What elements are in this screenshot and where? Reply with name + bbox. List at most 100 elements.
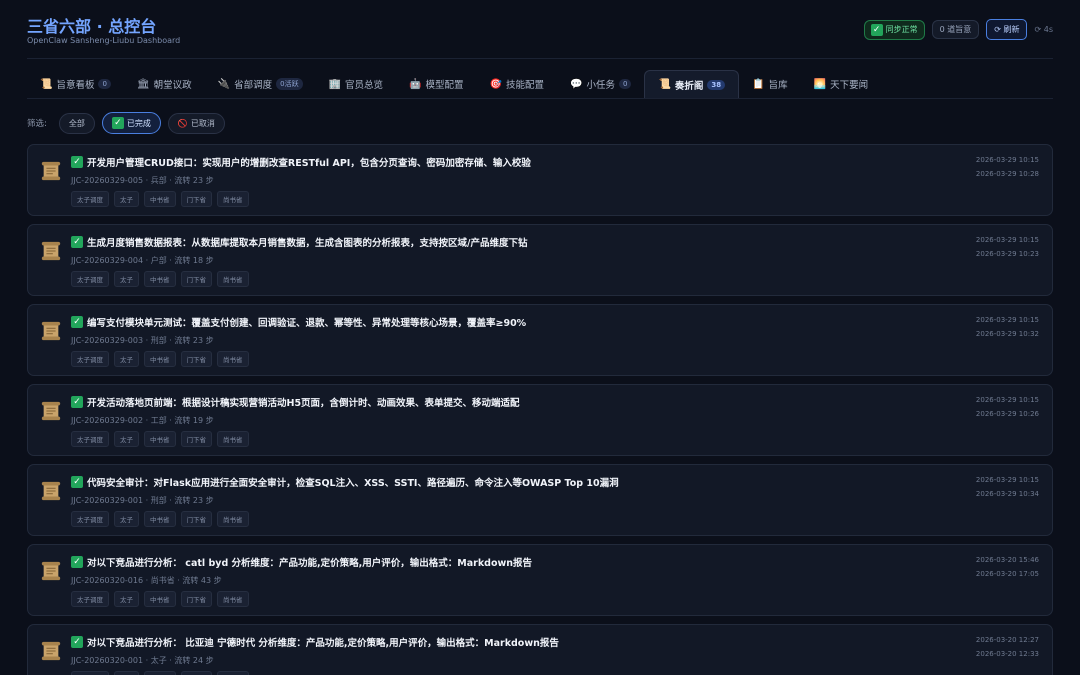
memorial-card[interactable]: ✓ 开发活动落地页前端：根据设计稿实现营销活动H5页面，含倒计时、动画效果、表单提… [27, 384, 1053, 456]
flow-tag: 尚书省 [217, 351, 249, 367]
flow-tag: 尚书省 [217, 591, 249, 607]
sunrise-icon: 🌅 [813, 78, 827, 90]
flow-tag: 中书省 [144, 511, 176, 527]
card-meta: JJC-20260320-001 · 太子 · 流转 24 步 [71, 656, 214, 665]
court-icon: 🏛 [136, 78, 150, 90]
tab-label: 天下要闻 [830, 80, 869, 91]
card-start-time: 2026-03-20 12:27 [975, 636, 1039, 644]
flow-tag: 门下省 [180, 671, 212, 675]
card-title: ✓ 编写支付模块单元测试：覆盖支付创建、回调验证、退款、幂等性、异常处理等核心场景… [71, 315, 526, 329]
check-icon: ✓ [71, 156, 83, 168]
flow-tag: 门下省 [180, 351, 212, 367]
flow-tag: 中书省 [144, 591, 176, 607]
clipboard-icon: 📋 [752, 78, 765, 90]
tab-label: 小任务 [586, 80, 615, 91]
card-title-text: 编写支付模块单元测试：覆盖支付创建、回调验证、退款、幂等性、异常处理等核心场景，… [87, 318, 527, 329]
scroll-icon [40, 560, 62, 582]
card-end-time: 2026-03-29 10:32 [975, 330, 1039, 338]
scroll-icon [40, 640, 62, 662]
card-start-time: 2026-03-29 10:15 [975, 156, 1039, 164]
tab-1[interactable]: 🏛 朝堂议政 [124, 70, 205, 98]
target-icon: 🎯 [489, 78, 502, 90]
tab-9[interactable]: 🌅 天下要闻 [801, 70, 881, 98]
tab-label: 模型配置 [425, 80, 464, 91]
card-start-time: 2026-03-29 10:15 [975, 316, 1039, 324]
check-icon: ✓ [870, 23, 883, 36]
robot-icon: 🤖 [409, 78, 422, 90]
card-tags: 太子调度太子中书省门下省尚书省 [71, 671, 249, 675]
memorial-card[interactable]: ✓ 对以下竞品进行分析： catl byd 分析维度：产品功能,定价策略,用户评价… [27, 544, 1053, 616]
card-title-text: 代码安全审计：对Flask应用进行全面安全审计，检查SQL注入、XSS、SSTI… [87, 478, 619, 489]
flow-tag: 太子调度 [71, 351, 109, 367]
card-tags: 太子调度太子中书省门下省尚书省 [71, 591, 249, 607]
card-meta: JJC-20260329-002 · 工部 · 流转 19 步 [71, 416, 214, 425]
filter-chip-completed[interactable]: ✓ 已完成 [101, 112, 161, 134]
check-icon: ✓ [71, 396, 83, 408]
main-tabs: 📜 旨意看板 0 🏛 朝堂议政 🔌 省部调度 0活跃 🏢 官员总览 🤖 模型配置 🎯 技能配置 💬 小任务 0 📜… [27, 70, 1053, 98]
tab-8[interactable]: 📋 旨库 [739, 70, 800, 98]
flow-tag: 门下省 [180, 191, 212, 207]
tab-label: 奏折阁 [674, 80, 704, 92]
tab-7[interactable]: 📜 奏折阁 38 [644, 70, 740, 98]
flow-tag: 门下省 [180, 591, 212, 607]
card-start-time: 2026-03-29 10:15 [975, 476, 1039, 484]
tab-5[interactable]: 🎯 技能配置 [477, 70, 557, 98]
tab-3[interactable]: 🏢 官员总览 [316, 70, 396, 98]
flow-tag: 中书省 [144, 351, 176, 367]
flow-tag: 太子调度 [71, 511, 109, 527]
card-meta: JJC-20260329-004 · 户部 · 流转 18 步 [71, 256, 214, 265]
check-icon: ✓ [71, 316, 83, 328]
chat-icon: 💬 [570, 78, 583, 90]
memorial-card[interactable]: ✓ 编写支付模块单元测试：覆盖支付创建、回调验证、退款、幂等性、异常处理等核心场景… [27, 304, 1053, 376]
card-meta: JJC-20260329-001 · 刑部 · 流转 23 步 [71, 496, 214, 505]
tab-2[interactable]: 🔌 省部调度 0活跃 [205, 70, 316, 98]
card-start-time: 2026-03-20 15:46 [975, 556, 1039, 564]
card-title-text: 对以下竞品进行分析： catl byd 分析维度：产品功能,定价策略,用户评价，… [87, 558, 533, 569]
flow-tag: 太子调度 [71, 431, 109, 447]
sync-status-label: 同步正常 [885, 25, 918, 34]
flow-tag: 尚书省 [217, 271, 249, 287]
flow-tag: 太子调度 [71, 271, 109, 287]
memorial-card[interactable]: ✓ 代码安全审计：对Flask应用进行全面安全审计，检查SQL注入、XSS、SST… [27, 464, 1053, 536]
tab-4[interactable]: 🤖 模型配置 [396, 70, 476, 98]
card-title: ✓ 对以下竞品进行分析： 比亚迪 宁德时代 分析维度：产品功能,定价策略,用户评价… [71, 635, 559, 649]
tab-6[interactable]: 💬 小任务 0 [557, 70, 644, 98]
check-icon: ✓ [71, 236, 83, 248]
flow-tag: 尚书省 [217, 431, 249, 447]
memorial-card[interactable]: ✓ 生成月度销售数据报表：从数据库提取本月销售数据，生成含图表的分析报表，支持按区… [27, 224, 1053, 296]
card-tags: 太子调度太子中书省门下省尚书省 [71, 431, 249, 447]
flow-tag: 太子调度 [71, 591, 109, 607]
memorial-card[interactable]: ✓ 对以下竞品进行分析： 比亚迪 宁德时代 分析维度：产品功能,定价策略,用户评价… [27, 624, 1053, 675]
filter-chip-cancelled[interactable]: 🚫 已取消 [167, 112, 225, 134]
card-end-time: 2026-03-20 17:05 [975, 570, 1039, 578]
flow-tag: 尚书省 [217, 511, 249, 527]
card-title-text: 生成月度销售数据报表：从数据库提取本月销售数据，生成含图表的分析报表，支持按区域… [87, 238, 528, 249]
flow-tag: 太子调度 [71, 191, 109, 207]
card-meta: JJC-20260320-016 · 尚书省 · 流转 43 步 [71, 576, 222, 585]
refresh-button[interactable]: ⟳ 刷新 [986, 19, 1028, 40]
tab-label: 省部调度 [234, 80, 273, 91]
page-title: 三省六部 · 总控台 [27, 17, 157, 36]
header: 三省六部 · 总控台 OpenClaw Sansheng-Liubu Dashb… [27, 13, 1053, 49]
card-end-time: 2026-03-29 10:26 [975, 410, 1039, 418]
header-divider [27, 58, 1053, 59]
filter-chip-all[interactable]: 全部 [58, 112, 95, 134]
scroll-icon [40, 400, 62, 422]
filter-label: 筛选: [27, 119, 47, 129]
flow-tag: 门下省 [180, 511, 212, 527]
flow-tag: 中书省 [144, 431, 176, 447]
card-end-time: 2026-03-29 10:23 [975, 250, 1039, 258]
tab-label: 旨意看板 [56, 80, 95, 91]
card-end-time: 2026-03-29 10:34 [975, 490, 1039, 498]
tab-0[interactable]: 📜 旨意看板 0 [27, 70, 124, 98]
card-title: ✓ 生成月度销售数据报表：从数据库提取本月销售数据，生成含图表的分析报表，支持按区… [71, 235, 527, 249]
tab-count-badge: 0活跃 [276, 78, 303, 90]
scroll-icon [40, 480, 62, 502]
dashboard-page: 三省六部 · 总控台 OpenClaw Sansheng-Liubu Dashb… [0, 0, 1080, 675]
card-start-time: 2026-03-29 10:15 [975, 396, 1039, 404]
pending-edicts-badge: 0 道旨意 [931, 20, 980, 39]
scroll-icon [40, 240, 62, 262]
tab-count-badge: 38 [707, 79, 726, 90]
card-tags: 太子调度太子中书省门下省尚书省 [71, 511, 249, 527]
memorial-card[interactable]: ✓ 开发用户管理CRUD接口：实现用户的增删改查RESTful API，包含分页查… [27, 144, 1053, 216]
